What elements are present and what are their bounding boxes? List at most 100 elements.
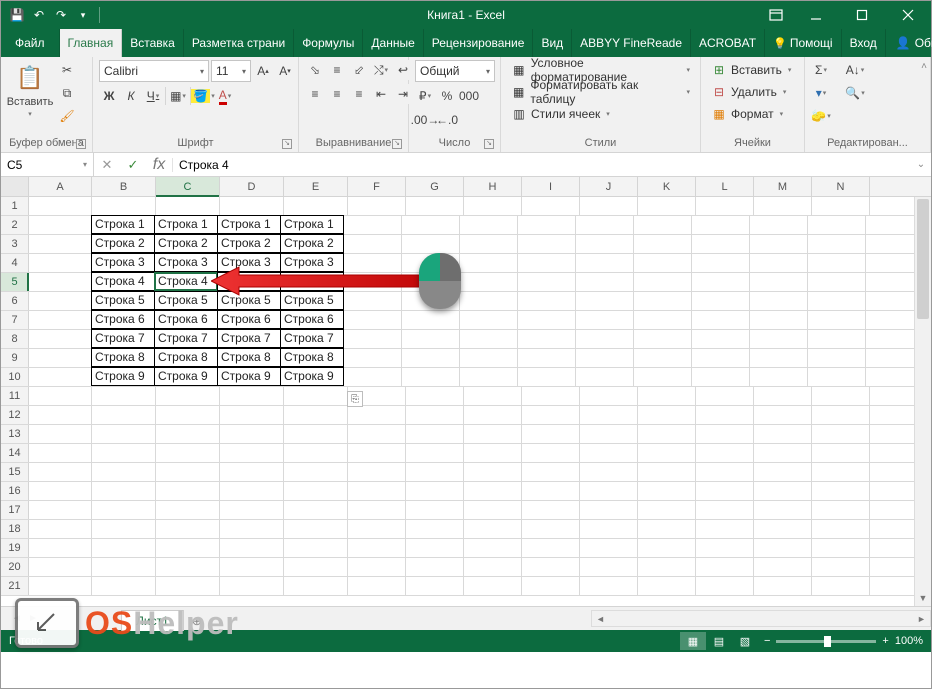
cell[interactable]: Строка 7	[280, 329, 344, 348]
cell[interactable]	[754, 577, 812, 595]
row-header[interactable]: 18	[1, 520, 29, 538]
col-header-G[interactable]: G	[406, 177, 464, 196]
cell[interactable]	[92, 444, 156, 462]
cell[interactable]	[29, 444, 92, 462]
cell[interactable]	[29, 235, 92, 253]
cell[interactable]	[638, 387, 696, 405]
cell[interactable]	[464, 406, 522, 424]
cell[interactable]	[696, 577, 754, 595]
cell[interactable]	[406, 577, 464, 595]
row-header[interactable]: 11	[1, 387, 29, 405]
cell[interactable]	[754, 406, 812, 424]
cell[interactable]: Строка 5	[91, 291, 155, 310]
cell[interactable]	[406, 197, 464, 215]
cell[interactable]	[580, 444, 638, 462]
cell[interactable]	[92, 482, 156, 500]
cell[interactable]	[580, 501, 638, 519]
insert-cells-button[interactable]: ⊞Вставить	[707, 60, 795, 80]
cell[interactable]	[754, 425, 812, 443]
cell[interactable]	[284, 444, 348, 462]
cell[interactable]	[634, 311, 692, 329]
cell[interactable]	[750, 311, 808, 329]
cell[interactable]	[348, 577, 406, 595]
col-header-A[interactable]: A	[29, 177, 92, 196]
col-header-B[interactable]: B	[92, 177, 156, 196]
cell[interactable]: Строка 4	[154, 272, 218, 291]
row-header[interactable]: 20	[1, 558, 29, 576]
row-header[interactable]: 5	[1, 273, 29, 291]
cell[interactable]	[692, 273, 750, 291]
orientation-icon[interactable]: ⤭	[371, 60, 391, 80]
zoom-slider[interactable]	[776, 640, 876, 643]
cell[interactable]: Строка 6	[154, 310, 218, 329]
cell[interactable]	[348, 425, 406, 443]
cell[interactable]	[696, 387, 754, 405]
cell[interactable]	[156, 558, 220, 576]
cell[interactable]	[29, 387, 92, 405]
cell[interactable]	[29, 292, 92, 310]
tab-abbyy[interactable]: ABBYY FineReade	[572, 29, 691, 57]
cell[interactable]	[460, 292, 518, 310]
fill-color-icon[interactable]: 🪣	[193, 86, 213, 106]
col-header-N[interactable]: N	[812, 177, 870, 196]
cancel-edit-icon[interactable]: ✕	[94, 157, 120, 173]
cell[interactable]: Строка 4	[280, 272, 344, 291]
row-header[interactable]: 14	[1, 444, 29, 462]
cell[interactable]	[460, 349, 518, 367]
align-center-icon[interactable]: ≡	[327, 84, 347, 104]
cell[interactable]	[580, 520, 638, 538]
cell[interactable]	[518, 235, 576, 253]
cell[interactable]: Строка 1	[280, 215, 344, 234]
cell[interactable]	[29, 197, 92, 215]
cell[interactable]	[518, 330, 576, 348]
cell[interactable]	[634, 216, 692, 234]
cell[interactable]	[518, 216, 576, 234]
cell[interactable]	[29, 577, 92, 595]
sheet-grid[interactable]: ABCDEFGHIJKLMN 12Строка 1Строка 1Строка …	[1, 177, 931, 606]
cell[interactable]	[750, 292, 808, 310]
cell[interactable]	[284, 425, 348, 443]
row-header[interactable]: 19	[1, 539, 29, 557]
cell[interactable]	[92, 539, 156, 557]
cell[interactable]	[344, 216, 402, 234]
view-page-layout-icon[interactable]: ▤	[706, 632, 732, 650]
cell[interactable]	[464, 444, 522, 462]
cell[interactable]	[754, 197, 812, 215]
cell[interactable]	[692, 330, 750, 348]
cell[interactable]	[464, 463, 522, 481]
cell[interactable]	[284, 501, 348, 519]
underline-button[interactable]: Ч	[143, 86, 163, 106]
row-header[interactable]: 1	[1, 197, 29, 215]
cell[interactable]	[638, 463, 696, 481]
tab-review[interactable]: Рецензирование	[424, 29, 534, 57]
cell[interactable]: Строка 7	[217, 329, 281, 348]
cell[interactable]	[518, 349, 576, 367]
cell[interactable]: Строка 6	[217, 310, 281, 329]
cell[interactable]	[812, 463, 870, 481]
cell[interactable]	[402, 368, 460, 386]
cell[interactable]	[156, 444, 220, 462]
cell[interactable]	[220, 406, 284, 424]
scroll-right-icon[interactable]: ►	[913, 614, 930, 624]
cell[interactable]	[348, 463, 406, 481]
cell[interactable]	[464, 558, 522, 576]
cell[interactable]	[750, 273, 808, 291]
cell[interactable]	[638, 444, 696, 462]
cell[interactable]: Строка 3	[280, 253, 344, 272]
cell[interactable]	[692, 349, 750, 367]
cell[interactable]	[406, 501, 464, 519]
cell[interactable]	[406, 406, 464, 424]
align-bottom-icon[interactable]: ⬃	[349, 60, 369, 80]
cell[interactable]	[754, 444, 812, 462]
cell[interactable]	[580, 425, 638, 443]
cell[interactable]	[634, 254, 692, 272]
cell[interactable]: Строка 9	[154, 367, 218, 386]
cell[interactable]	[29, 349, 92, 367]
cell[interactable]	[464, 539, 522, 557]
cell[interactable]	[348, 482, 406, 500]
tab-home[interactable]: Главная	[60, 29, 123, 57]
align-right-icon[interactable]: ≡	[349, 84, 369, 104]
cell[interactable]	[156, 406, 220, 424]
cell[interactable]	[348, 444, 406, 462]
cell[interactable]	[696, 501, 754, 519]
